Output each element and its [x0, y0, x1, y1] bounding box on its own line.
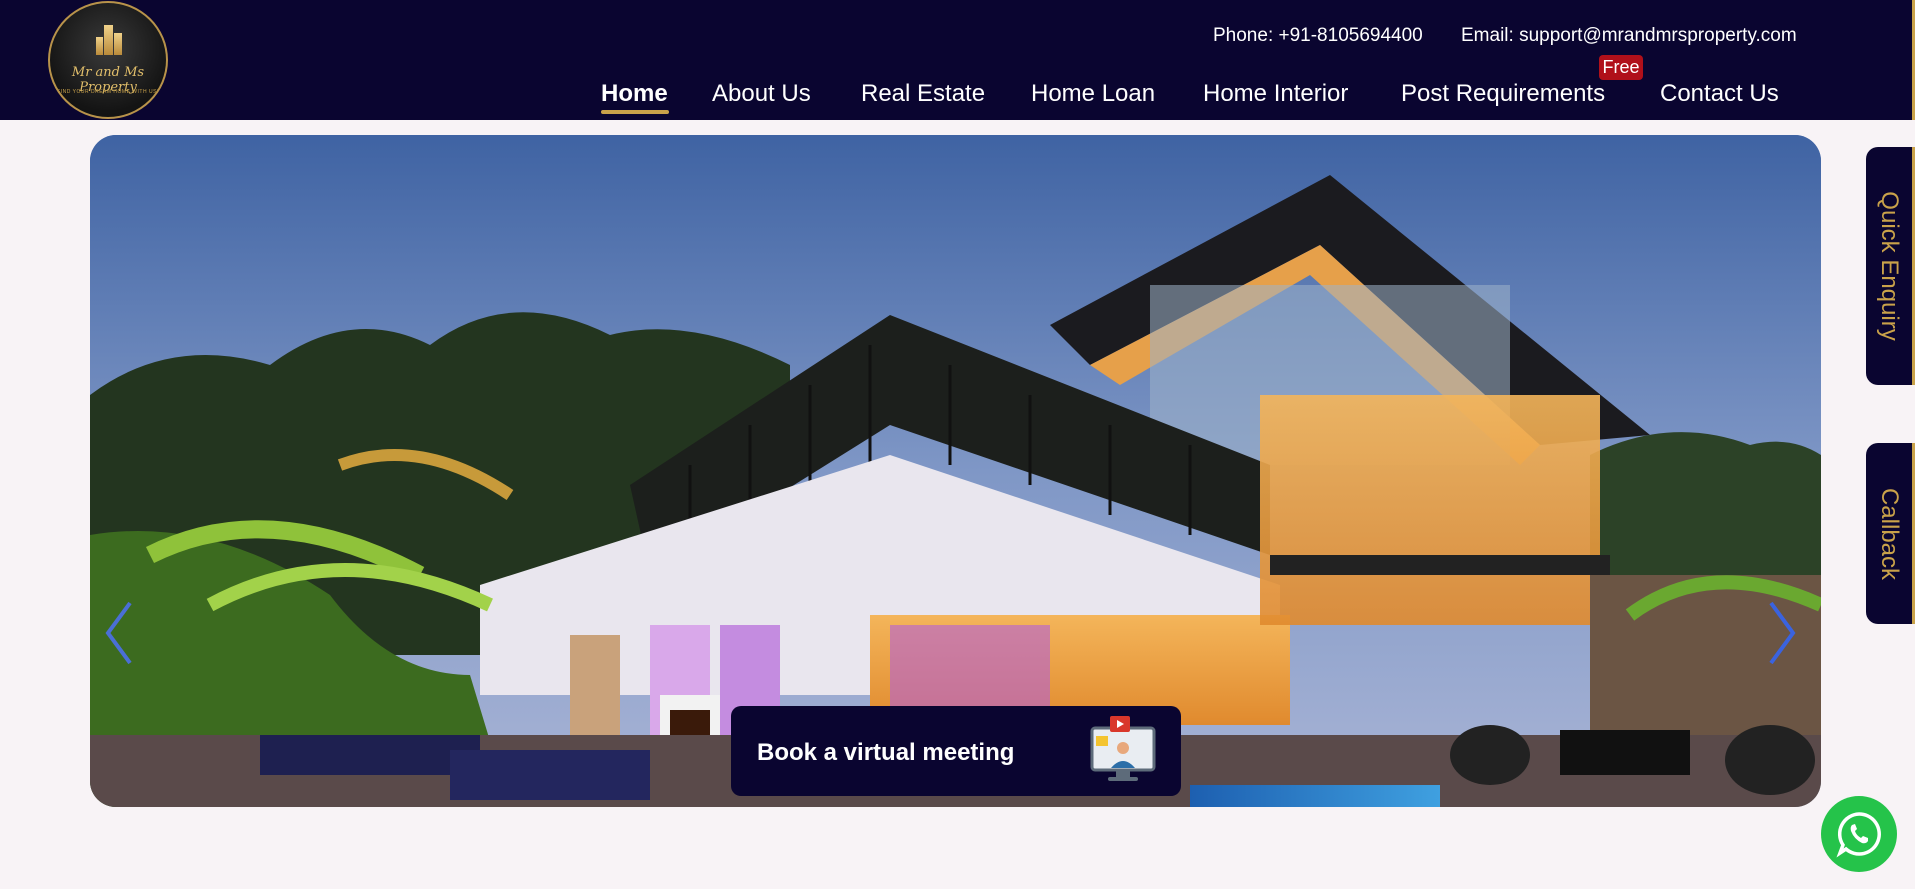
nav-real-estate[interactable]: Real Estate — [861, 80, 985, 108]
nav-contact-us[interactable]: Contact Us — [1660, 80, 1779, 108]
book-virtual-meeting-label: Book a virtual meeting — [757, 739, 1015, 766]
whatsapp-button[interactable] — [1821, 796, 1897, 872]
nav-home[interactable]: Home — [601, 80, 668, 108]
quick-enquiry-label: Quick Enquiry — [1876, 191, 1903, 341]
carousel-next-button[interactable] — [1757, 593, 1807, 673]
chevron-right-icon — [1769, 601, 1796, 665]
nav-home-loan[interactable]: Home Loan — [1031, 80, 1155, 108]
logo-tagline: FIND YOUR DREAM HOME WITH US! — [57, 89, 159, 95]
carousel-prev-button[interactable] — [98, 593, 148, 673]
active-nav-indicator — [601, 110, 669, 114]
header-email[interactable]: Email: support@mrandmrsproperty.com — [1461, 25, 1797, 47]
chevron-left-icon — [105, 601, 132, 665]
header-phone[interactable]: Phone: +91-8105694400 — [1213, 25, 1423, 47]
nav-about-us[interactable]: About Us — [712, 80, 811, 108]
nav-post-requirements[interactable]: Post Requirements — [1401, 80, 1605, 108]
nav-home-interior[interactable]: Home Interior — [1203, 80, 1348, 108]
video-meeting-icon — [1090, 716, 1156, 781]
site-logo[interactable]: Mr and Ms Property FIND YOUR DREAM HOME … — [48, 1, 168, 119]
building-logo-icon — [96, 25, 122, 55]
free-badge: Free — [1599, 55, 1643, 80]
quick-enquiry-tab[interactable]: Quick Enquiry — [1866, 147, 1915, 385]
callback-label: Callback — [1876, 487, 1903, 580]
whatsapp-icon — [1836, 812, 1881, 858]
book-virtual-meeting-button[interactable]: Book a virtual meeting — [731, 706, 1181, 796]
callback-tab[interactable]: Callback — [1866, 443, 1915, 624]
